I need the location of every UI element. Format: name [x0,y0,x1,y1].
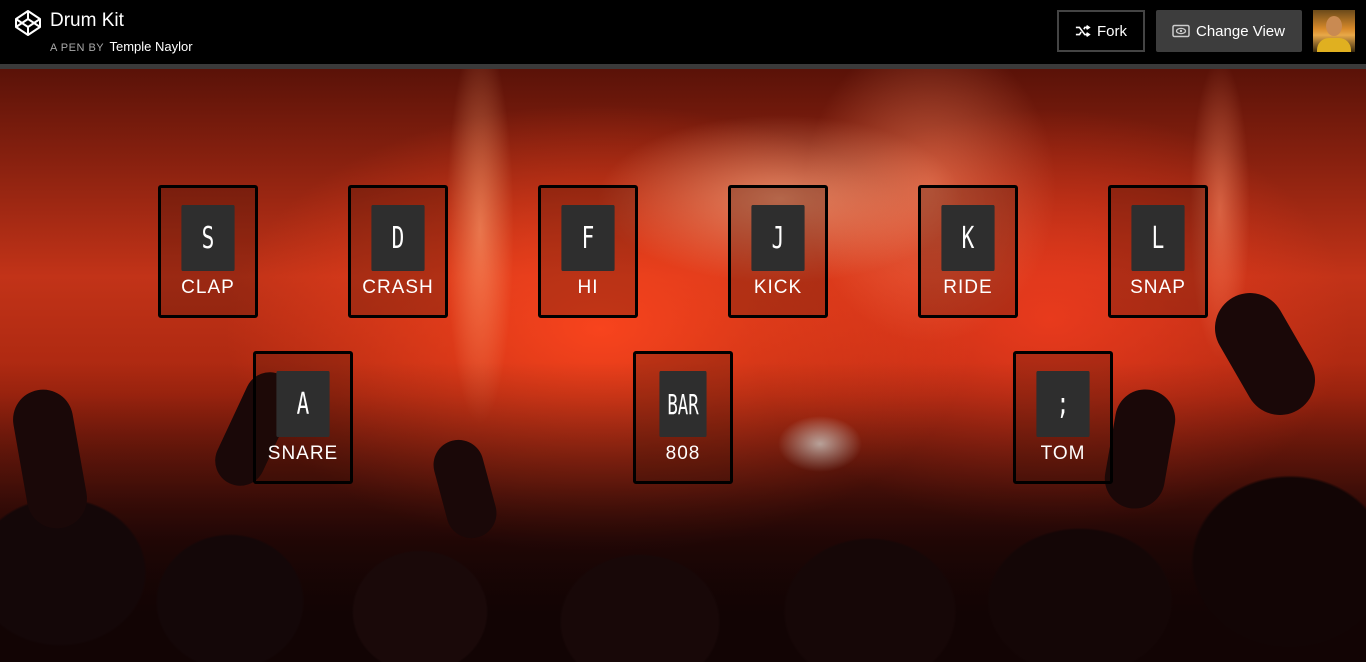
codepen-logo-icon[interactable] [14,9,42,37]
pad-key: A [276,371,330,437]
concert-background: S CLAP D CRASH F HI J KICK K RIDE L SNAP… [0,69,1366,662]
drum-pad-snare[interactable]: A SNARE [253,351,353,484]
pad-sound: SNARE [267,443,339,464]
pad-key: ; [1036,371,1090,437]
pad-sound: CLAP [181,277,235,298]
pad-sound: 808 [665,443,701,464]
drum-pad-tom[interactable]: ; TOM [1013,351,1113,484]
drum-pad-kick[interactable]: J KICK [728,185,828,318]
drum-pad-clap[interactable]: S CLAP [158,185,258,318]
author-link[interactable]: Temple Naylor [110,39,193,54]
pad-key: F [561,205,615,271]
eye-icon [1172,24,1190,38]
pad-sound: KICK [753,277,803,298]
drum-pad-hi[interactable]: F HI [538,185,638,318]
pen-title: Drum Kit [50,10,124,31]
user-avatar[interactable] [1313,10,1355,52]
pen-byline: A PEN BY Temple Naylor [50,39,193,54]
drum-pad-snap[interactable]: L SNAP [1108,185,1208,318]
fork-label: Fork [1097,22,1127,40]
pad-key: K [941,205,995,271]
fork-icon [1075,25,1091,37]
pad-sound: HI [577,277,599,298]
pad-sound: RIDE [943,277,993,298]
drum-pad-crash[interactable]: D CRASH [348,185,448,318]
pad-key: J [751,205,805,271]
byline-prefix: A PEN BY [50,42,104,54]
drum-pad-808[interactable]: BAR 808 [633,351,733,484]
drum-pad-ride[interactable]: K RIDE [918,185,1018,318]
pad-key: D [371,205,425,271]
pad-sound: TOM [1040,443,1086,464]
change-view-button[interactable]: Change View [1156,10,1302,52]
pad-key: L [1131,205,1185,271]
fork-button[interactable]: Fork [1057,10,1145,52]
codepen-header: Drum Kit A PEN BY Temple Naylor Fork Cha… [0,0,1366,69]
pad-sound: CRASH [362,277,434,298]
pad-sound: SNAP [1130,277,1186,298]
pad-key: BAR [659,371,707,437]
change-view-label: Change View [1196,22,1285,40]
pad-key: S [181,205,235,271]
